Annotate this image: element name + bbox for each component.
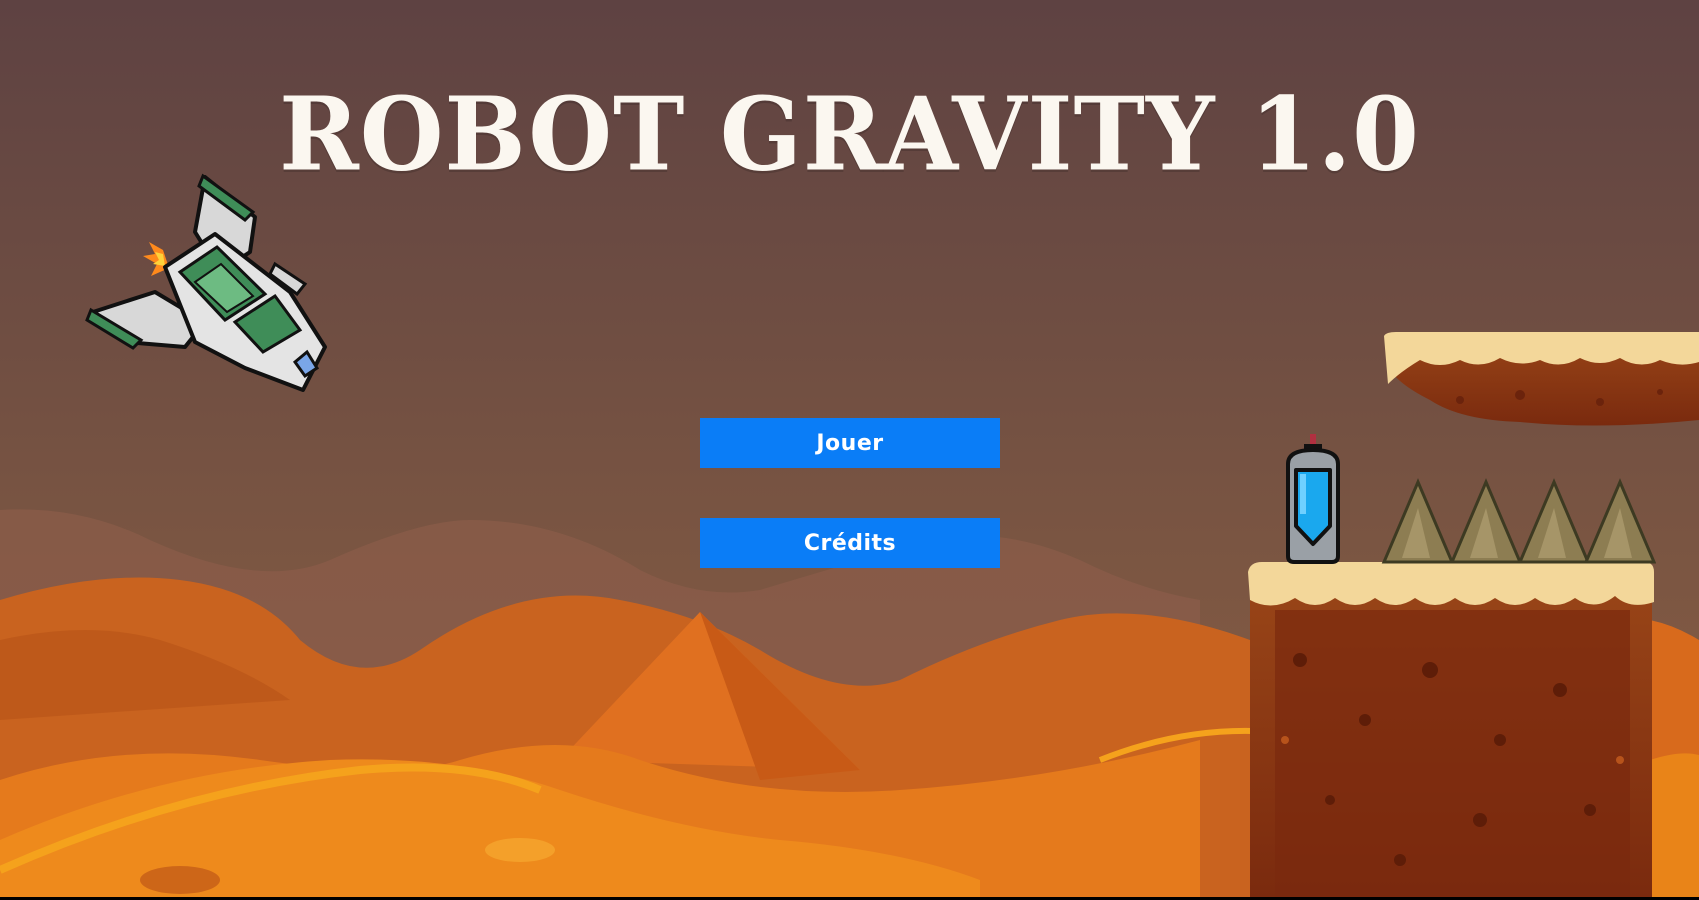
spaceship-icon [85,173,327,392]
checkpoint-capsule-icon [1286,434,1340,564]
play-button[interactable]: Jouer [700,418,1000,468]
credits-button[interactable]: Crédits [700,518,1000,568]
game-scene: ROBOT GRAVITY 1.0 Jouer Crédits [0,0,1699,900]
spike-icon [1381,478,1656,564]
